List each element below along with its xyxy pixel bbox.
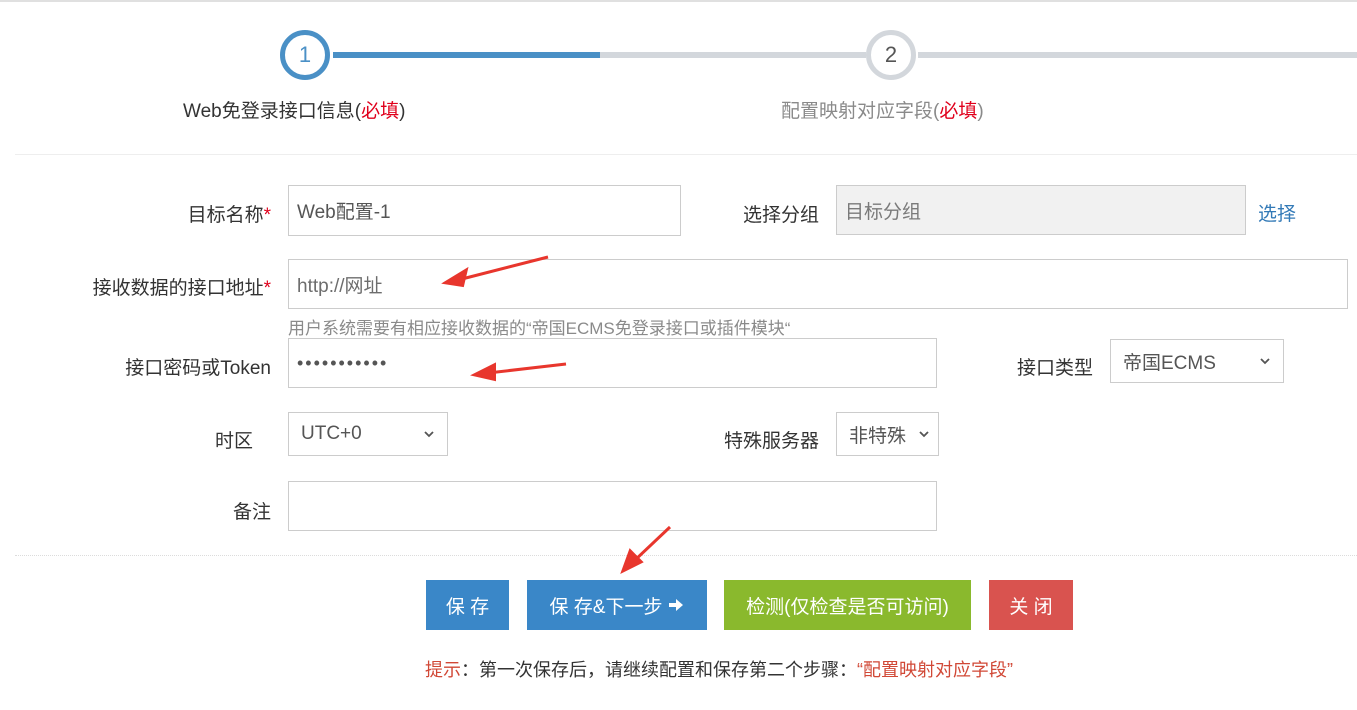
group-input: 目标分组: [836, 185, 1246, 235]
tip-message: 提示：第一次保存后，请继续配置和保存第二个步骤：“配置映射对应字段”: [425, 656, 1013, 682]
chevron-down-icon: [1260, 358, 1270, 365]
endpoint-help-text: 用户系统需要有相应接收数据的“帝国ECMS免登录接口或插件模块“: [288, 319, 791, 338]
remark-input[interactable]: [288, 481, 937, 531]
check-access-button[interactable]: 检测(仅检查是否可访问): [724, 580, 971, 630]
form-footer-divider: [15, 555, 1357, 556]
select-group-link[interactable]: 选择: [1258, 199, 1296, 226]
step-2-label-close: ): [977, 101, 984, 122]
special-server-label: 特殊服务器: [723, 431, 819, 452]
endpoint-placeholder: http://网址: [297, 275, 383, 297]
tip-quote: “配置映射对应字段”: [857, 660, 1013, 680]
step-progress-line-pending: [600, 52, 866, 58]
endpoint-input[interactable]: http://网址: [288, 259, 1348, 309]
close-button[interactable]: 关 闭: [989, 580, 1073, 630]
section-divider: [15, 154, 1357, 155]
remark-label: 备注: [232, 502, 271, 523]
required-star: *: [263, 278, 271, 299]
step-2-label[interactable]: 配置映射对应字段(必填): [781, 96, 984, 123]
step-1-label-close: ): [399, 101, 406, 122]
interface-type-label: 接口类型: [1016, 358, 1093, 379]
page: 1 2 Web免登录接口信息(必填) 配置映射对应字段(必填) 目标名称* We…: [0, 0, 1357, 710]
password-label: 接口密码或Token: [125, 358, 271, 379]
group-label: 选择分组: [742, 205, 819, 226]
top-border: [0, 0, 1357, 2]
save-button[interactable]: 保 存: [426, 580, 509, 630]
step-2-circle[interactable]: 2: [866, 30, 916, 80]
step-1-label-text: Web免登录接口信息(: [183, 101, 362, 122]
step-2-label-text: 配置映射对应字段(: [781, 101, 940, 122]
step-progress-line-done: [333, 52, 600, 58]
special-server-value: 非特殊: [849, 425, 907, 447]
step-2-number: 2: [884, 42, 898, 67]
save-next-label: 保 存&下一步: [549, 596, 663, 618]
special-server-select[interactable]: 非特殊: [836, 412, 939, 456]
required-star: *: [263, 205, 271, 226]
arrow-right-icon: [668, 597, 684, 613]
save-next-button[interactable]: 保 存&下一步: [527, 580, 707, 630]
chevron-down-icon: [919, 431, 929, 438]
annotation-arrow-save-next: [620, 525, 672, 575]
timezone-value: UTC+0: [301, 423, 362, 444]
target-name-label: 目标名称*: [188, 200, 271, 227]
step-1-required: 必填: [361, 101, 400, 122]
interface-type-value: 帝国ECMS: [1123, 352, 1216, 374]
step-2-required: 必填: [939, 101, 978, 122]
step-1-circle[interactable]: 1: [280, 30, 330, 80]
password-value: •••••••••••: [297, 352, 389, 373]
endpoint-label-text: 接收数据的接口地址: [92, 278, 264, 299]
timezone-label: 时区: [214, 431, 253, 452]
group-placeholder: 目标分组: [845, 201, 922, 223]
timezone-select[interactable]: UTC+0: [288, 412, 448, 456]
interface-type-select[interactable]: 帝国ECMS: [1110, 339, 1284, 383]
step-1-label[interactable]: Web免登录接口信息(必填): [183, 96, 405, 123]
step-1-number: 1: [298, 42, 312, 67]
target-name-label-text: 目标名称: [187, 205, 264, 226]
password-input[interactable]: •••••••••••: [288, 338, 937, 388]
target-name-value: Web配置-1: [297, 202, 391, 223]
chevron-down-icon: [424, 431, 434, 438]
step-progress-line-after: [918, 52, 1357, 58]
tip-text: ：第一次保存后，请继续配置和保存第二个步骤：: [461, 660, 857, 680]
target-name-input[interactable]: Web配置-1: [288, 185, 681, 236]
endpoint-label: 接收数据的接口地址*: [93, 273, 271, 300]
tip-label: 提示: [425, 660, 461, 680]
